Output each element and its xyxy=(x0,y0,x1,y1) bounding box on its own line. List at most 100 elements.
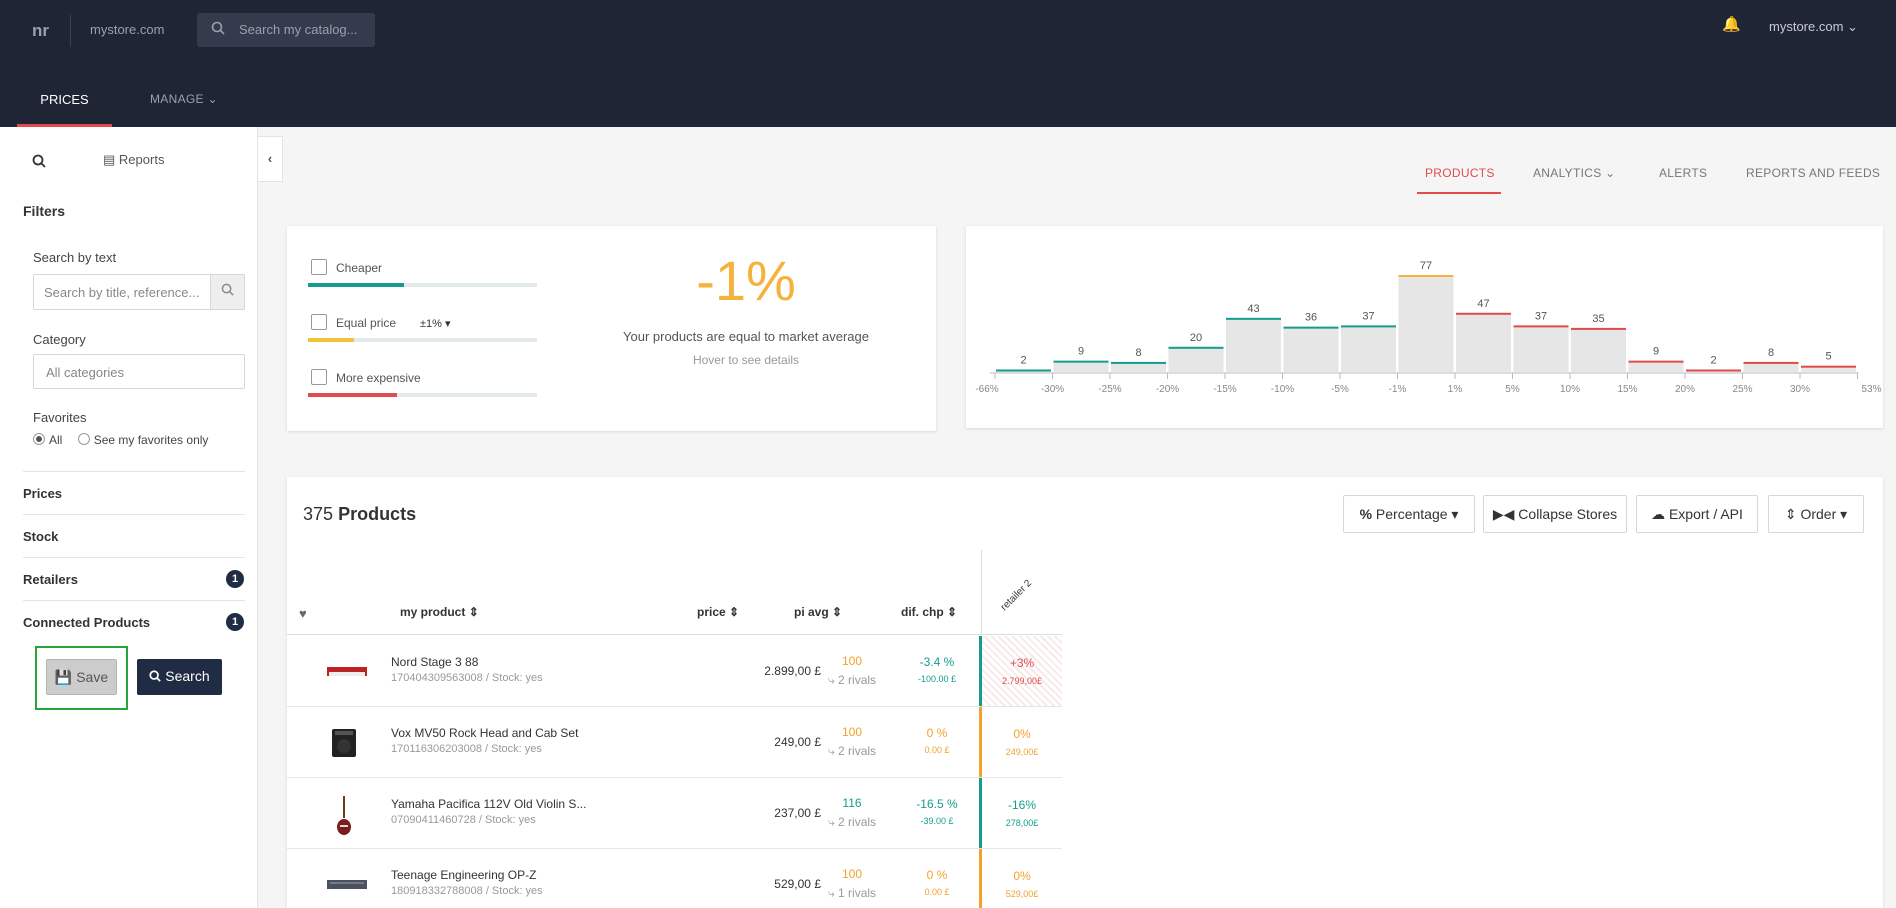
column-my-product-label: my product xyxy=(400,605,466,619)
retailer-price-diff: +3% xyxy=(1009,656,1035,670)
logo[interactable]: nr xyxy=(32,21,49,41)
product-name[interactable]: Teenage Engineering OP-Z xyxy=(391,868,536,882)
histogram-bar[interactable] xyxy=(1341,325,1396,372)
category-select[interactable]: All categories xyxy=(33,354,245,389)
percent-icon: % xyxy=(1359,506,1373,522)
collapse-sidebar-button[interactable]: ‹ xyxy=(258,136,283,182)
export-api-button[interactable]: ☁ Export / API xyxy=(1636,495,1758,533)
radio-icon xyxy=(77,433,90,445)
reports-link[interactable]: ▤ Reports xyxy=(103,152,164,168)
caret-down-icon: ▾ xyxy=(1840,506,1848,522)
section-connected-products[interactable]: Connected Products xyxy=(23,615,150,630)
order-dropdown[interactable]: ⇕ Order ▾ xyxy=(1768,495,1864,533)
histogram-bar[interactable] xyxy=(1456,312,1511,372)
chevron-left-icon: ‹ xyxy=(267,151,273,166)
header-divider xyxy=(287,634,1062,635)
heart-icon[interactable]: ♥ xyxy=(299,606,307,621)
histogram-tick-label: 1% xyxy=(1448,384,1463,395)
retailer-price-diff: 0% xyxy=(1013,727,1031,741)
column-pi-avg[interactable]: pi avg ⇕ xyxy=(794,605,842,619)
store-name[interactable]: mystore.com xyxy=(90,22,164,37)
cheaper-bar xyxy=(308,283,537,287)
retailer-price-cell[interactable]: +3% 2.799,00£ xyxy=(979,636,1062,706)
histogram-tick-label: 15% xyxy=(1617,384,1637,395)
divider xyxy=(23,557,245,558)
tab-analytics[interactable]: ANALYTICS ⌄ xyxy=(1533,166,1616,180)
radio-all[interactable]: All xyxy=(33,433,62,447)
histogram-bar[interactable] xyxy=(1226,317,1281,372)
section-stock[interactable]: Stock xyxy=(23,529,58,544)
store-menu[interactable]: mystore.com ⌄ xyxy=(1769,19,1858,35)
column-my-product[interactable]: my product ⇕ xyxy=(400,605,479,619)
retailer-price-cell[interactable]: -16% 278,00£ xyxy=(979,778,1062,848)
tab-prices[interactable]: PRICES xyxy=(17,82,112,127)
histogram-bar[interactable] xyxy=(1571,327,1626,372)
catalog-search-input[interactable]: Search my catalog... xyxy=(197,13,375,47)
divider xyxy=(23,514,245,515)
tab-reports-feeds[interactable]: REPORTS AND FEEDS xyxy=(1746,166,1880,180)
table-row[interactable]: Yamaha Pacifica 112V Old Violin S... 0709… xyxy=(287,778,1062,849)
column-pi-avg-label: pi avg xyxy=(794,605,829,619)
cheaper-checkbox[interactable] xyxy=(311,259,327,275)
search-icon[interactable] xyxy=(32,154,46,168)
product-name[interactable]: Nord Stage 3 88 xyxy=(391,655,478,669)
search-icon[interactable] xyxy=(210,275,244,309)
sort-icon: ⇕ xyxy=(729,605,740,619)
tab-alerts[interactable]: ALERTS xyxy=(1659,166,1707,180)
column-price[interactable]: price ⇕ xyxy=(697,605,739,619)
histogram-bar[interactable] xyxy=(1398,275,1454,372)
search-button[interactable]: Search xyxy=(137,659,222,695)
histogram-tick-label: 10% xyxy=(1560,384,1580,395)
product-name[interactable]: Yamaha Pacifica 112V Old Violin S... xyxy=(391,797,586,811)
product-name[interactable]: Vox MV50 Rock Head and Cab Set xyxy=(391,726,578,740)
product-thumbnail xyxy=(327,867,367,901)
tab-analytics-label: ANALYTICS xyxy=(1533,166,1602,180)
percentage-dropdown[interactable]: % Percentage ▾ xyxy=(1343,495,1475,533)
histogram-value-label: 43 xyxy=(1247,303,1259,315)
order-label: Order xyxy=(1800,506,1837,522)
retailer-price-diff: -16% xyxy=(1007,798,1036,812)
equal-range-select[interactable]: ±1% ▾ xyxy=(420,317,451,330)
histogram-bar[interactable] xyxy=(1168,346,1224,372)
tab-manage[interactable]: MANAGE ⌄ xyxy=(150,92,218,106)
section-prices[interactable]: Prices xyxy=(23,486,62,501)
catalog-search-placeholder: Search my catalog... xyxy=(239,22,358,37)
histogram-value-label: 77 xyxy=(1420,260,1432,272)
category-label: Category xyxy=(33,332,86,347)
equal-checkbox[interactable] xyxy=(311,314,327,330)
histogram-tick-label: -25% xyxy=(1098,384,1121,395)
expensive-label: More expensive xyxy=(336,371,421,385)
product-thumbnail xyxy=(327,796,361,835)
retailers-badge: 1 xyxy=(226,570,244,588)
bell-icon[interactable]: 🔔 xyxy=(1722,15,1741,33)
retailer-price-cell[interactable]: 0% 529,00£ xyxy=(979,849,1062,908)
histogram-bar-top xyxy=(1571,327,1626,330)
export-api-label: Export / API xyxy=(1668,506,1743,522)
cheaper-bar-fill xyxy=(308,283,405,287)
section-retailers[interactable]: Retailers xyxy=(23,572,78,587)
histogram-bar[interactable] xyxy=(1513,325,1569,372)
save-button[interactable]: 💾 Save xyxy=(46,659,117,695)
histogram-bar-top xyxy=(1686,369,1741,372)
table-row[interactable]: Nord Stage 3 88 170404309563008 / Stock: … xyxy=(287,636,1062,707)
divider xyxy=(23,471,245,472)
histogram-bar-top xyxy=(1456,312,1511,315)
histogram-bar-top xyxy=(1801,365,1856,368)
expensive-checkbox[interactable] xyxy=(311,369,327,385)
column-dif-chp[interactable]: dif. chp ⇕ xyxy=(901,605,957,619)
histogram-value-label: 9 xyxy=(1078,346,1084,358)
histogram-bar-top xyxy=(1743,361,1799,364)
table-row[interactable]: Vox MV50 Rock Head and Cab Set 1701163062… xyxy=(287,707,1062,778)
table-row[interactable]: Teenage Engineering OP-Z 180918332788008 … xyxy=(287,849,1062,908)
text-search-input[interactable]: Search by title, reference... xyxy=(33,274,245,310)
collapse-stores-button[interactable]: ▶◀ Collapse Stores xyxy=(1483,495,1627,533)
retailer-price-cell[interactable]: 0% 249,00£ xyxy=(979,707,1062,777)
tab-products[interactable]: PRODUCTS xyxy=(1425,166,1495,180)
radio-favorites[interactable]: See my favorites only xyxy=(77,433,208,447)
histogram-bar[interactable] xyxy=(1283,326,1339,372)
bolt-icon: ⤷ xyxy=(827,673,835,687)
bolt-icon: ⤷ xyxy=(827,815,835,829)
expensive-bar xyxy=(308,393,537,397)
histogram-tick-label: -30% xyxy=(1041,384,1064,395)
histogram-tick-label: -10% xyxy=(1271,384,1294,395)
